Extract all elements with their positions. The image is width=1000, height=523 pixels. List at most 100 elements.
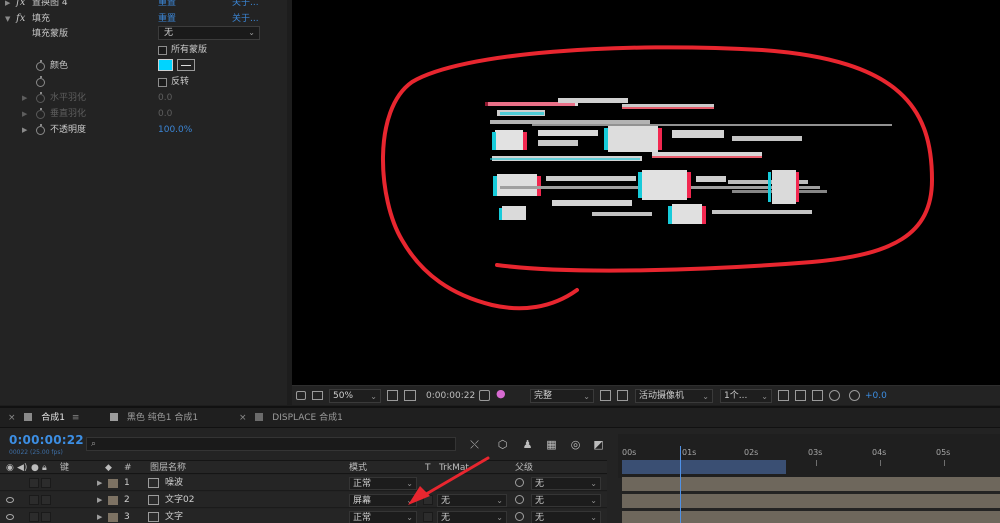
- layer-name[interactable]: 文字02: [165, 492, 194, 508]
- draft-3d-icon[interactable]: ⬡: [496, 438, 509, 451]
- stopwatch-icon[interactable]: [36, 124, 45, 135]
- current-time-display[interactable]: 0:00:00:22: [9, 433, 84, 447]
- solo-icon[interactable]: ●: [31, 461, 39, 475]
- toggle-pixel-aspect-icon[interactable]: [778, 390, 789, 401]
- stopwatch-icon[interactable]: [36, 76, 45, 87]
- layer-search-input[interactable]: ⌕: [86, 437, 456, 451]
- playhead[interactable]: [680, 446, 681, 523]
- label-color-swatch[interactable]: [108, 479, 118, 488]
- eye-icon[interactable]: [6, 514, 14, 520]
- all-masks-checkbox[interactable]: [158, 46, 167, 55]
- pick-whip-icon[interactable]: [515, 512, 524, 521]
- label-color-swatch[interactable]: [108, 513, 118, 522]
- motion-blur-icon[interactable]: ◎: [569, 438, 582, 451]
- region-of-interest-icon[interactable]: [600, 390, 611, 401]
- layer-row[interactable]: ▶ 2 文字02 屏幕 ⌄ 无 ⌄ 无 ⌄: [0, 492, 607, 508]
- viewer-timecode[interactable]: 0:00:00:22: [426, 389, 475, 403]
- always-preview-icon[interactable]: [296, 391, 306, 400]
- parent-dropdown[interactable]: 无 ⌄: [531, 494, 601, 507]
- frame-blending-icon[interactable]: ▦: [545, 438, 558, 451]
- layer-name[interactable]: 噪波: [165, 475, 183, 491]
- tab-displace[interactable]: × DISPLACE 合成1: [239, 408, 343, 428]
- label-color-swatch[interactable]: [108, 496, 118, 505]
- blend-mode-dropdown[interactable]: 正常 ⌄: [349, 511, 417, 523]
- eye-icon[interactable]: [6, 497, 14, 503]
- color-channels-icon[interactable]: ●: [496, 387, 506, 401]
- camera-dropdown[interactable]: 活动摄像机 ⌄: [635, 389, 713, 403]
- stopwatch-icon[interactable]: [36, 108, 45, 119]
- timeline-icon[interactable]: [812, 390, 823, 401]
- layer-row[interactable]: ▶ 3 文字 正常 ⌄ 无 ⌄ 无 ⌄: [0, 509, 607, 523]
- eyedropper-icon[interactable]: [177, 59, 195, 71]
- fx-icon[interactable]: fx: [16, 11, 25, 27]
- composition-viewer[interactable]: [292, 0, 1000, 385]
- solo-toggle[interactable]: [29, 512, 39, 522]
- close-icon[interactable]: ×: [8, 413, 16, 423]
- reset-link[interactable]: 重置: [158, 11, 176, 27]
- expand-triangle-icon[interactable]: ▶: [22, 106, 27, 122]
- property-value[interactable]: 0.0: [158, 90, 172, 106]
- preserve-transparency-toggle[interactable]: [423, 512, 433, 522]
- graph-editor-icon[interactable]: ◩: [592, 438, 605, 451]
- visibility-icon[interactable]: ◉: [6, 461, 14, 475]
- audio-icon[interactable]: ◀): [17, 461, 27, 475]
- zoom-dropdown[interactable]: 50% ⌄: [329, 389, 381, 403]
- parent-dropdown[interactable]: 无 ⌄: [531, 477, 601, 490]
- resolution-dropdown[interactable]: 完整 ⌄: [530, 389, 594, 403]
- pick-whip-icon[interactable]: [515, 478, 524, 487]
- color-swatch[interactable]: [158, 59, 173, 71]
- expand-triangle-icon[interactable]: ▶: [97, 492, 102, 508]
- camera-snapshot-icon[interactable]: [479, 390, 490, 401]
- trkmat-dropdown[interactable]: 无 ⌄: [437, 511, 507, 523]
- layer-track-bar[interactable]: [622, 511, 1000, 523]
- property-value[interactable]: 100.0%: [158, 122, 192, 138]
- invert-checkbox[interactable]: [158, 78, 167, 87]
- stopwatch-icon[interactable]: [36, 92, 45, 103]
- reset-link[interactable]: 重置: [158, 0, 176, 11]
- expand-triangle-icon[interactable]: ▶: [22, 122, 27, 138]
- work-area-bar[interactable]: [622, 460, 786, 474]
- tab-black-solid[interactable]: 黑色 纯色1 合成1: [110, 408, 198, 428]
- label-tag-icon[interactable]: ◆: [105, 461, 112, 475]
- effect-row-fill[interactable]: ▼ fx 填充 重置 关于...: [0, 11, 287, 27]
- lock-toggle[interactable]: [41, 512, 51, 522]
- effect-row-displace[interactable]: ▶ fx 置换图 4 重置 关于...: [0, 0, 287, 11]
- lock-icon[interactable]: 🔒︎: [42, 461, 47, 475]
- stopwatch-icon[interactable]: [36, 60, 45, 71]
- monitor-icon[interactable]: [312, 391, 323, 400]
- close-icon[interactable]: ×: [239, 413, 247, 423]
- shy-layers-icon[interactable]: ♟: [521, 438, 534, 451]
- tab-comp1[interactable]: × 合成1 ≡: [8, 408, 79, 428]
- parent-dropdown[interactable]: 无 ⌄: [531, 511, 601, 523]
- transparency-grid-icon[interactable]: [617, 390, 628, 401]
- fit-region-icon[interactable]: [387, 390, 398, 401]
- grid-icon[interactable]: [404, 390, 416, 401]
- solo-toggle[interactable]: [29, 478, 39, 488]
- views-dropdown[interactable]: 1个... ⌄: [720, 389, 772, 403]
- fx-icon[interactable]: fx: [16, 0, 25, 11]
- solo-toggle[interactable]: [29, 495, 39, 505]
- lock-toggle[interactable]: [41, 495, 51, 505]
- lock-toggle[interactable]: [41, 478, 51, 488]
- layer-track-bar[interactable]: [622, 477, 1000, 491]
- fast-preview-icon[interactable]: [795, 390, 806, 401]
- expand-triangle-icon[interactable]: ▶: [22, 90, 27, 106]
- layer-name[interactable]: 文字: [165, 509, 183, 523]
- exposure-value[interactable]: +0.0: [865, 389, 887, 403]
- layer-row[interactable]: ▶ 1 噪波 正常 ⌄ 无 ⌄: [0, 475, 607, 491]
- layer-track-bar[interactable]: [622, 494, 1000, 508]
- expand-triangle-icon[interactable]: ▶: [5, 0, 10, 11]
- column-layer-name[interactable]: 图层名称: [150, 461, 186, 475]
- exposure-icon[interactable]: [849, 390, 860, 401]
- about-link[interactable]: 关于...: [232, 0, 259, 11]
- pick-whip-icon[interactable]: [515, 495, 524, 504]
- about-link[interactable]: 关于...: [232, 11, 259, 27]
- fill-mask-dropdown[interactable]: 无 ⌄: [158, 26, 260, 40]
- expand-triangle-icon[interactable]: ▶: [97, 475, 102, 491]
- flowchart-icon[interactable]: [829, 390, 840, 401]
- expand-triangle-icon[interactable]: ▶: [97, 509, 102, 523]
- property-value[interactable]: 0.0: [158, 106, 172, 122]
- comp-mini-flowchart-icon[interactable]: ⤬: [468, 438, 481, 451]
- panel-menu-icon[interactable]: ≡: [72, 413, 80, 423]
- collapse-triangle-icon[interactable]: ▼: [5, 11, 10, 27]
